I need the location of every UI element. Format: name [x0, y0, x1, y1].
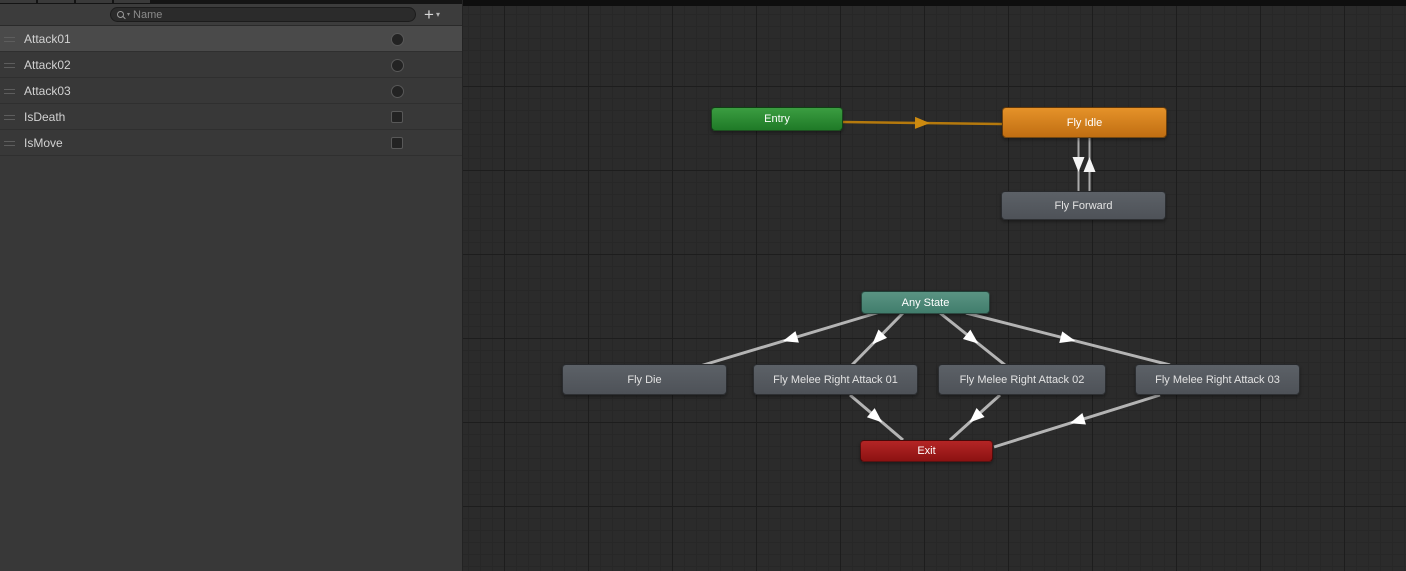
- bool-checkbox[interactable]: [391, 137, 403, 149]
- chevron-down-icon: ▾: [435, 9, 440, 19]
- trigger-radio[interactable]: [391, 33, 404, 46]
- transition-arrow-icon: [1072, 157, 1085, 172]
- search-input[interactable]: [133, 8, 409, 21]
- transition-arrow-icon: [782, 331, 799, 343]
- drag-handle-icon[interactable]: [4, 141, 15, 146]
- parameter-row-ismove[interactable]: IsMove: [0, 130, 462, 156]
- parameters-toolbar: ▾ + ▾: [0, 4, 462, 26]
- parameter-name[interactable]: Attack01: [24, 32, 71, 46]
- state-machine-canvas[interactable]: Entry Fly Idle Fly Forward Any State Fly Die…: [463, 0, 1406, 571]
- add-parameter-button[interactable]: + ▾: [416, 5, 448, 24]
- parameters-list: Attack01 Attack02 Attack03 IsDeath IsMov: [0, 26, 462, 156]
- search-filter-caret-icon[interactable]: ▾: [127, 12, 130, 18]
- trigger-radio[interactable]: [391, 59, 404, 72]
- state-node-fly-idle[interactable]: Fly Idle: [1002, 107, 1167, 138]
- drag-handle-icon[interactable]: [4, 37, 15, 42]
- state-node-fly-forward[interactable]: Fly Forward: [1001, 191, 1166, 220]
- graph-top-strip: [463, 0, 1406, 6]
- parameter-name[interactable]: Attack03: [24, 84, 71, 98]
- parameter-row-attack02[interactable]: Attack02: [0, 52, 462, 78]
- plus-icon: +: [424, 5, 434, 24]
- animator-window: ▾ + ▾ Attack01 Attack02 Attack03: [0, 0, 1406, 571]
- parameters-panel: ▾ + ▾ Attack01 Attack02 Attack03: [0, 0, 463, 571]
- state-node-fly-melee-right-attack-03[interactable]: Fly Melee Right Attack 03: [1135, 364, 1300, 395]
- tab-strip-segments: [0, 0, 152, 3]
- transition-arrow-icon: [1069, 413, 1086, 425]
- drag-handle-icon[interactable]: [4, 63, 15, 68]
- state-node-fly-die[interactable]: Fly Die: [562, 364, 727, 395]
- transitions-layer: [699, 116, 1171, 449]
- parameter-row-attack03[interactable]: Attack03: [0, 78, 462, 104]
- parameter-row-attack01[interactable]: Attack01: [0, 26, 462, 52]
- parameter-name[interactable]: IsDeath: [24, 110, 65, 124]
- parameter-name[interactable]: Attack02: [24, 58, 71, 72]
- state-node-fly-melee-right-attack-02[interactable]: Fly Melee Right Attack 02: [938, 364, 1106, 395]
- parameter-row-isdeath[interactable]: IsDeath: [0, 104, 462, 130]
- state-node-exit[interactable]: Exit: [860, 440, 993, 462]
- parameter-search-field[interactable]: ▾: [110, 7, 416, 22]
- trigger-radio[interactable]: [391, 85, 404, 98]
- drag-handle-icon[interactable]: [4, 115, 15, 120]
- state-node-fly-melee-right-attack-01[interactable]: Fly Melee Right Attack 01: [753, 364, 918, 395]
- bool-checkbox[interactable]: [391, 111, 403, 123]
- state-node-any-state[interactable]: Any State: [861, 291, 990, 314]
- transition-arrow-icon: [914, 116, 930, 129]
- parameter-name[interactable]: IsMove: [24, 136, 63, 150]
- drag-handle-icon[interactable]: [4, 89, 15, 94]
- search-icon: [117, 11, 124, 18]
- transition-arrow-icon: [1083, 157, 1096, 172]
- state-node-entry[interactable]: Entry: [711, 107, 843, 131]
